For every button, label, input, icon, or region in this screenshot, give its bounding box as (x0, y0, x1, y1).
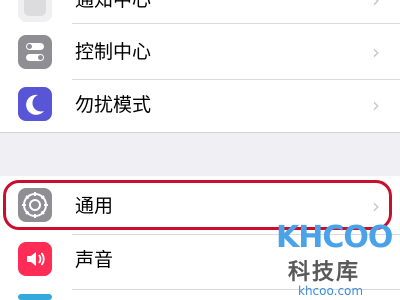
watermark: KHCOO 科技库 khcoo.com (270, 218, 393, 298)
row-label: 通知中心 (75, 0, 152, 11)
next-setting-icon (18, 294, 52, 300)
row-label: 控制中心 (75, 41, 152, 63)
watermark-brand: 科技库 (288, 260, 361, 285)
settings-group-top: 通知中心 › 控制中心 › 勿扰模式 › (0, 0, 400, 132)
settings-row-notification-center[interactable]: 通知中心 › (0, 0, 400, 30)
do-not-disturb-moon-icon (18, 87, 52, 121)
settings-row-control-center[interactable]: 控制中心 › (0, 27, 400, 77)
chevron-right-icon: › (372, 93, 380, 117)
row-separator (72, 79, 400, 80)
notification-center-icon (18, 0, 52, 22)
row-label: 勿扰模式 (75, 94, 152, 116)
row-label: 声音 (75, 249, 114, 271)
chevron-right-icon: › (372, 0, 380, 12)
speaker-icon (18, 242, 52, 276)
group-divider (0, 132, 400, 133)
watermark-logo: KHCOO (276, 220, 393, 255)
watermark-url: khcoo.com (298, 284, 364, 298)
chevron-right-icon: › (372, 40, 380, 64)
control-center-icon (18, 35, 52, 69)
settings-row-do-not-disturb[interactable]: 勿扰模式 › (0, 81, 400, 131)
row-separator (72, 23, 400, 24)
